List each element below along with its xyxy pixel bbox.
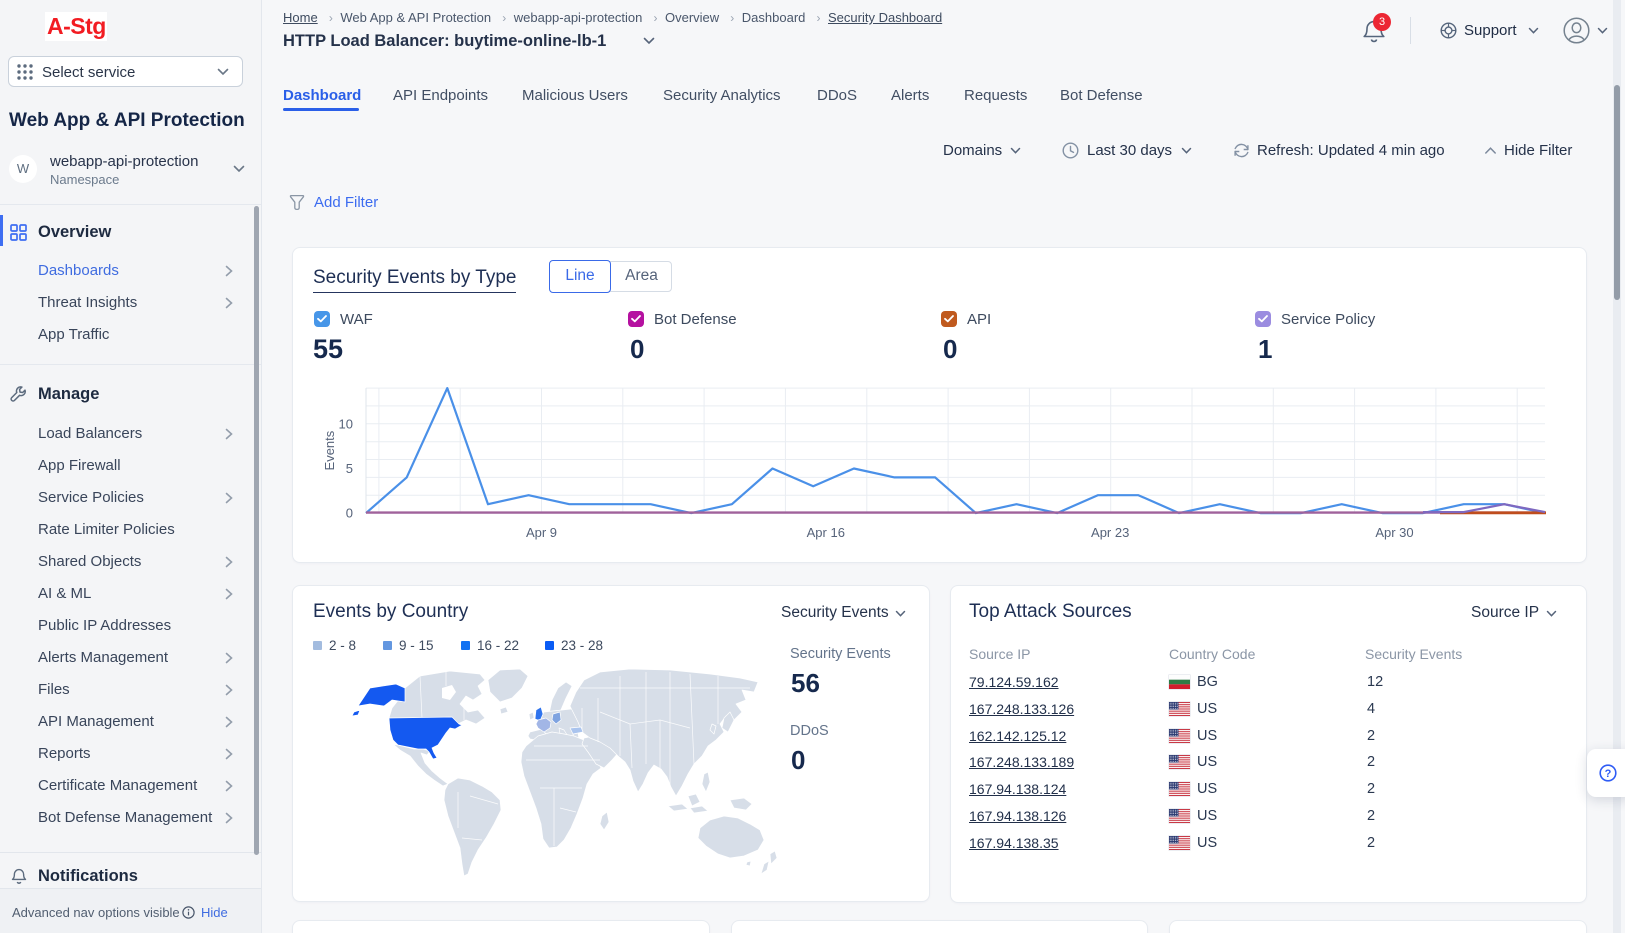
svg-text:Apr 23: Apr 23 xyxy=(1091,525,1129,540)
svg-text:Events: Events xyxy=(322,430,337,470)
svg-text:Apr 9: Apr 9 xyxy=(526,525,557,540)
svg-text:Apr 30: Apr 30 xyxy=(1375,525,1413,540)
svg-text:Apr 16: Apr 16 xyxy=(807,525,845,540)
svg-text:?: ? xyxy=(1605,768,1612,780)
svg-text:0: 0 xyxy=(346,506,353,521)
svg-text:5: 5 xyxy=(346,461,353,476)
svg-text:10: 10 xyxy=(339,416,353,431)
